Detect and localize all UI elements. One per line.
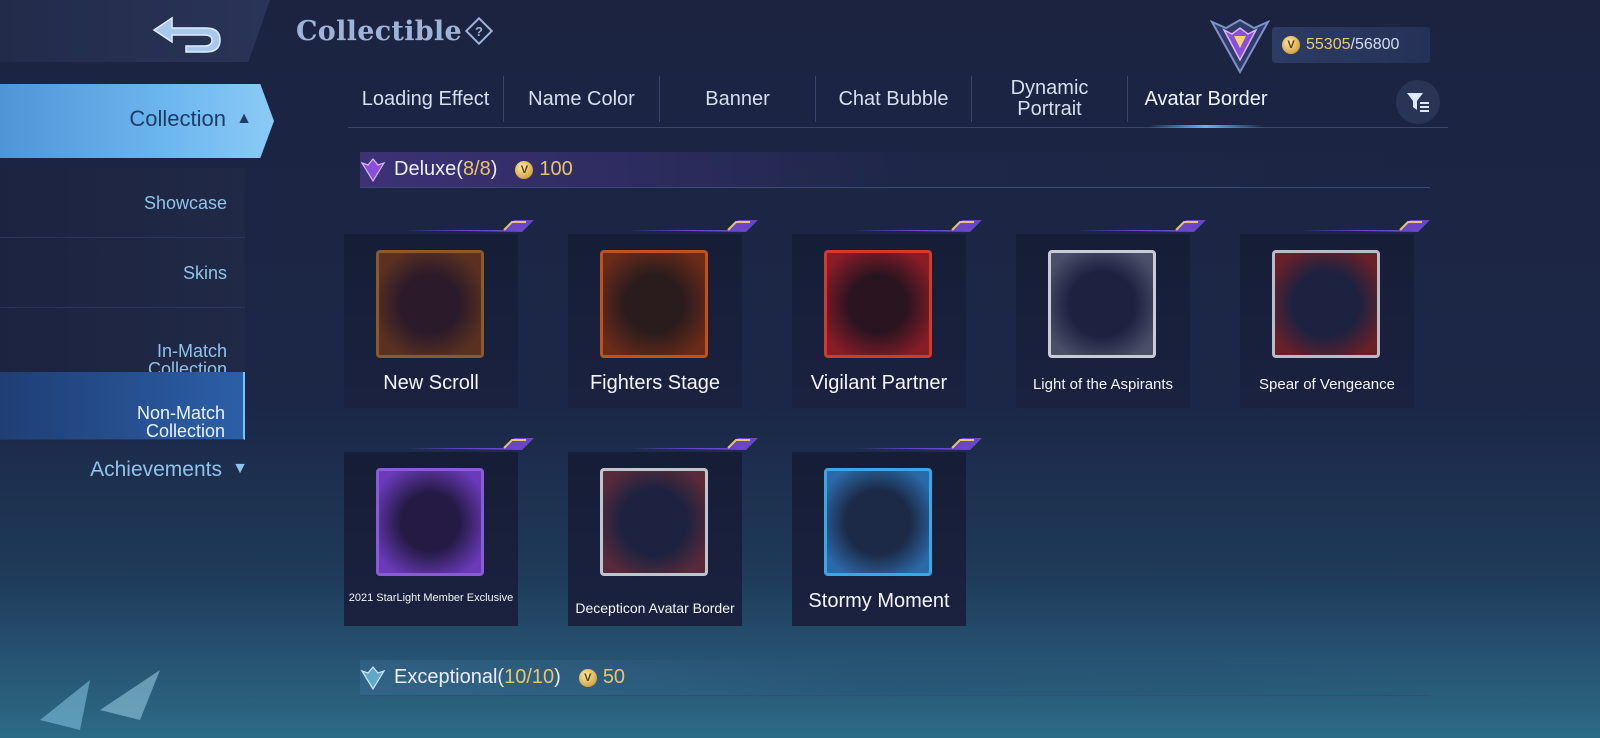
coin-icon: V — [515, 160, 534, 179]
exceptional-rank-icon — [360, 665, 386, 690]
sidebar-item-label: Non-Match Collection — [136, 403, 225, 441]
avatar-border-card[interactable]: New Scroll — [344, 220, 534, 408]
section-name: Deluxe — [394, 158, 457, 180]
avatar-border-card[interactable]: Decepticon Avatar Border — [568, 438, 758, 626]
card-name: Vigilant Partner — [810, 372, 948, 394]
svg-text:?: ? — [475, 24, 483, 39]
starlight-member-border-thumbnail — [376, 468, 484, 576]
section-count: 10/10 — [504, 666, 555, 688]
sidebar-item-skins[interactable]: Skins — [0, 238, 245, 308]
avatar-border-card[interactable]: Light of the Aspirants — [1016, 220, 1206, 408]
light-of-the-aspirants-border-thumbnail — [1048, 250, 1156, 358]
section-header-deluxe: Deluxe(8/8) V 100 — [360, 152, 1430, 188]
card-ribbon-icon — [404, 438, 534, 450]
spear-of-vengeance-border-thumbnail — [1272, 250, 1380, 358]
tab-label: Chat Bubble — [838, 87, 949, 110]
back-button[interactable] — [146, 10, 226, 54]
avatar-border-card[interactable]: Stormy Moment — [792, 438, 982, 626]
tab-dynamic-portrait[interactable]: Dynamic Portrait — [972, 76, 1128, 122]
card-name: Fighters Stage — [589, 372, 721, 394]
points-current: 55305 — [1306, 36, 1351, 53]
card-ribbon-icon — [852, 220, 982, 232]
card-ribbon-icon — [1300, 220, 1430, 232]
topbar-left-panel — [0, 0, 270, 62]
section-name: Exceptional — [394, 666, 498, 688]
avatar-border-card[interactable]: 2021 StarLight Member Exclusive — [344, 438, 534, 626]
sidebar-item-collection[interactable]: Collection ▲ — [0, 84, 274, 158]
card-ribbon-icon — [628, 438, 758, 450]
chevron-up-icon: ▲ — [236, 110, 252, 127]
tab-chat-bubble[interactable]: Chat Bubble — [816, 76, 972, 122]
tab-label: Dynamic Portrait — [1010, 77, 1089, 120]
sidebar-item-showcase[interactable]: Showcase — [0, 168, 245, 238]
tab-label: Banner — [705, 87, 770, 110]
coin-icon: V — [1282, 36, 1300, 54]
tab-label: Avatar Border — [1144, 87, 1268, 110]
back-arrow-icon — [152, 16, 221, 53]
tab-banner[interactable]: Banner — [660, 76, 816, 122]
coin-icon: V — [578, 668, 597, 687]
card-name: Decepticon Avatar Border — [575, 600, 735, 616]
sidebar-item-label: Showcase — [143, 193, 227, 213]
sidebar-item-label: Collection — [129, 106, 226, 131]
rank-emblem-icon — [1208, 12, 1272, 76]
sidebar-item-in-match-collection[interactable]: In-Match Collection — [0, 308, 245, 380]
card-name: Stormy Moment — [808, 590, 950, 612]
section-count-close: ) — [554, 666, 561, 688]
category-tabs: Loading Effect Name Color Banner Chat Bu… — [348, 76, 1448, 128]
tab-label: Loading Effect — [361, 87, 490, 110]
section-count-close: ) — [490, 158, 498, 180]
decepticon-border-thumbnail — [600, 468, 708, 576]
filter-button[interactable] — [1396, 80, 1440, 124]
section-points: 100 — [539, 158, 573, 180]
card-name: New Scroll — [383, 372, 479, 394]
card-name: Light of the Aspirants — [1032, 376, 1174, 393]
decorative-shards-icon — [40, 670, 160, 730]
help-icon[interactable]: ? — [464, 16, 494, 46]
chevron-down-icon: ▼ — [232, 460, 248, 477]
filter-icon — [1407, 93, 1429, 112]
sidebar-item-non-match-collection[interactable]: Non-Match Collection — [0, 372, 245, 440]
new-scroll-border-thumbnail — [376, 250, 484, 358]
deluxe-rank-icon — [360, 157, 386, 182]
card-ribbon-icon — [404, 220, 534, 232]
card-ribbon-icon — [1076, 220, 1206, 232]
avatar-border-card[interactable]: Fighters Stage — [568, 220, 758, 408]
page-title: Collectible — [296, 16, 462, 47]
tab-avatar-border[interactable]: Avatar Border — [1128, 76, 1284, 128]
card-ribbon-icon — [852, 438, 982, 450]
card-ribbon-icon — [628, 220, 758, 232]
points-max: 56800 — [1354, 36, 1400, 53]
sidebar-item-label: Skins — [182, 263, 227, 283]
stormy-moment-border-thumbnail — [824, 468, 932, 576]
section-count-open: ( — [456, 158, 463, 180]
fighters-stage-border-thumbnail — [600, 250, 708, 358]
points-display: V 55305/56800 — [1272, 27, 1430, 63]
card-name: 2021 StarLight Member Exclusive — [348, 592, 514, 604]
tab-label: Name Color — [528, 87, 635, 110]
sidebar-item-achievements[interactable]: Achievements ▼ — [0, 458, 252, 482]
section-points: 50 — [602, 666, 626, 688]
tab-name-color[interactable]: Name Color — [504, 76, 660, 122]
card-name: Spear of Vengeance — [1259, 376, 1395, 393]
tab-loading-effect[interactable]: Loading Effect — [348, 76, 504, 122]
avatar-border-card[interactable]: Vigilant Partner — [792, 220, 982, 408]
vigilant-partner-border-thumbnail — [824, 250, 932, 358]
sidebar-item-label: Achievements — [90, 458, 222, 481]
section-header-exceptional: Exceptional(10/10) V 50 — [360, 660, 1430, 696]
avatar-border-card[interactable]: Spear of Vengeance — [1240, 220, 1430, 408]
section-count: 8/8 — [462, 158, 491, 180]
